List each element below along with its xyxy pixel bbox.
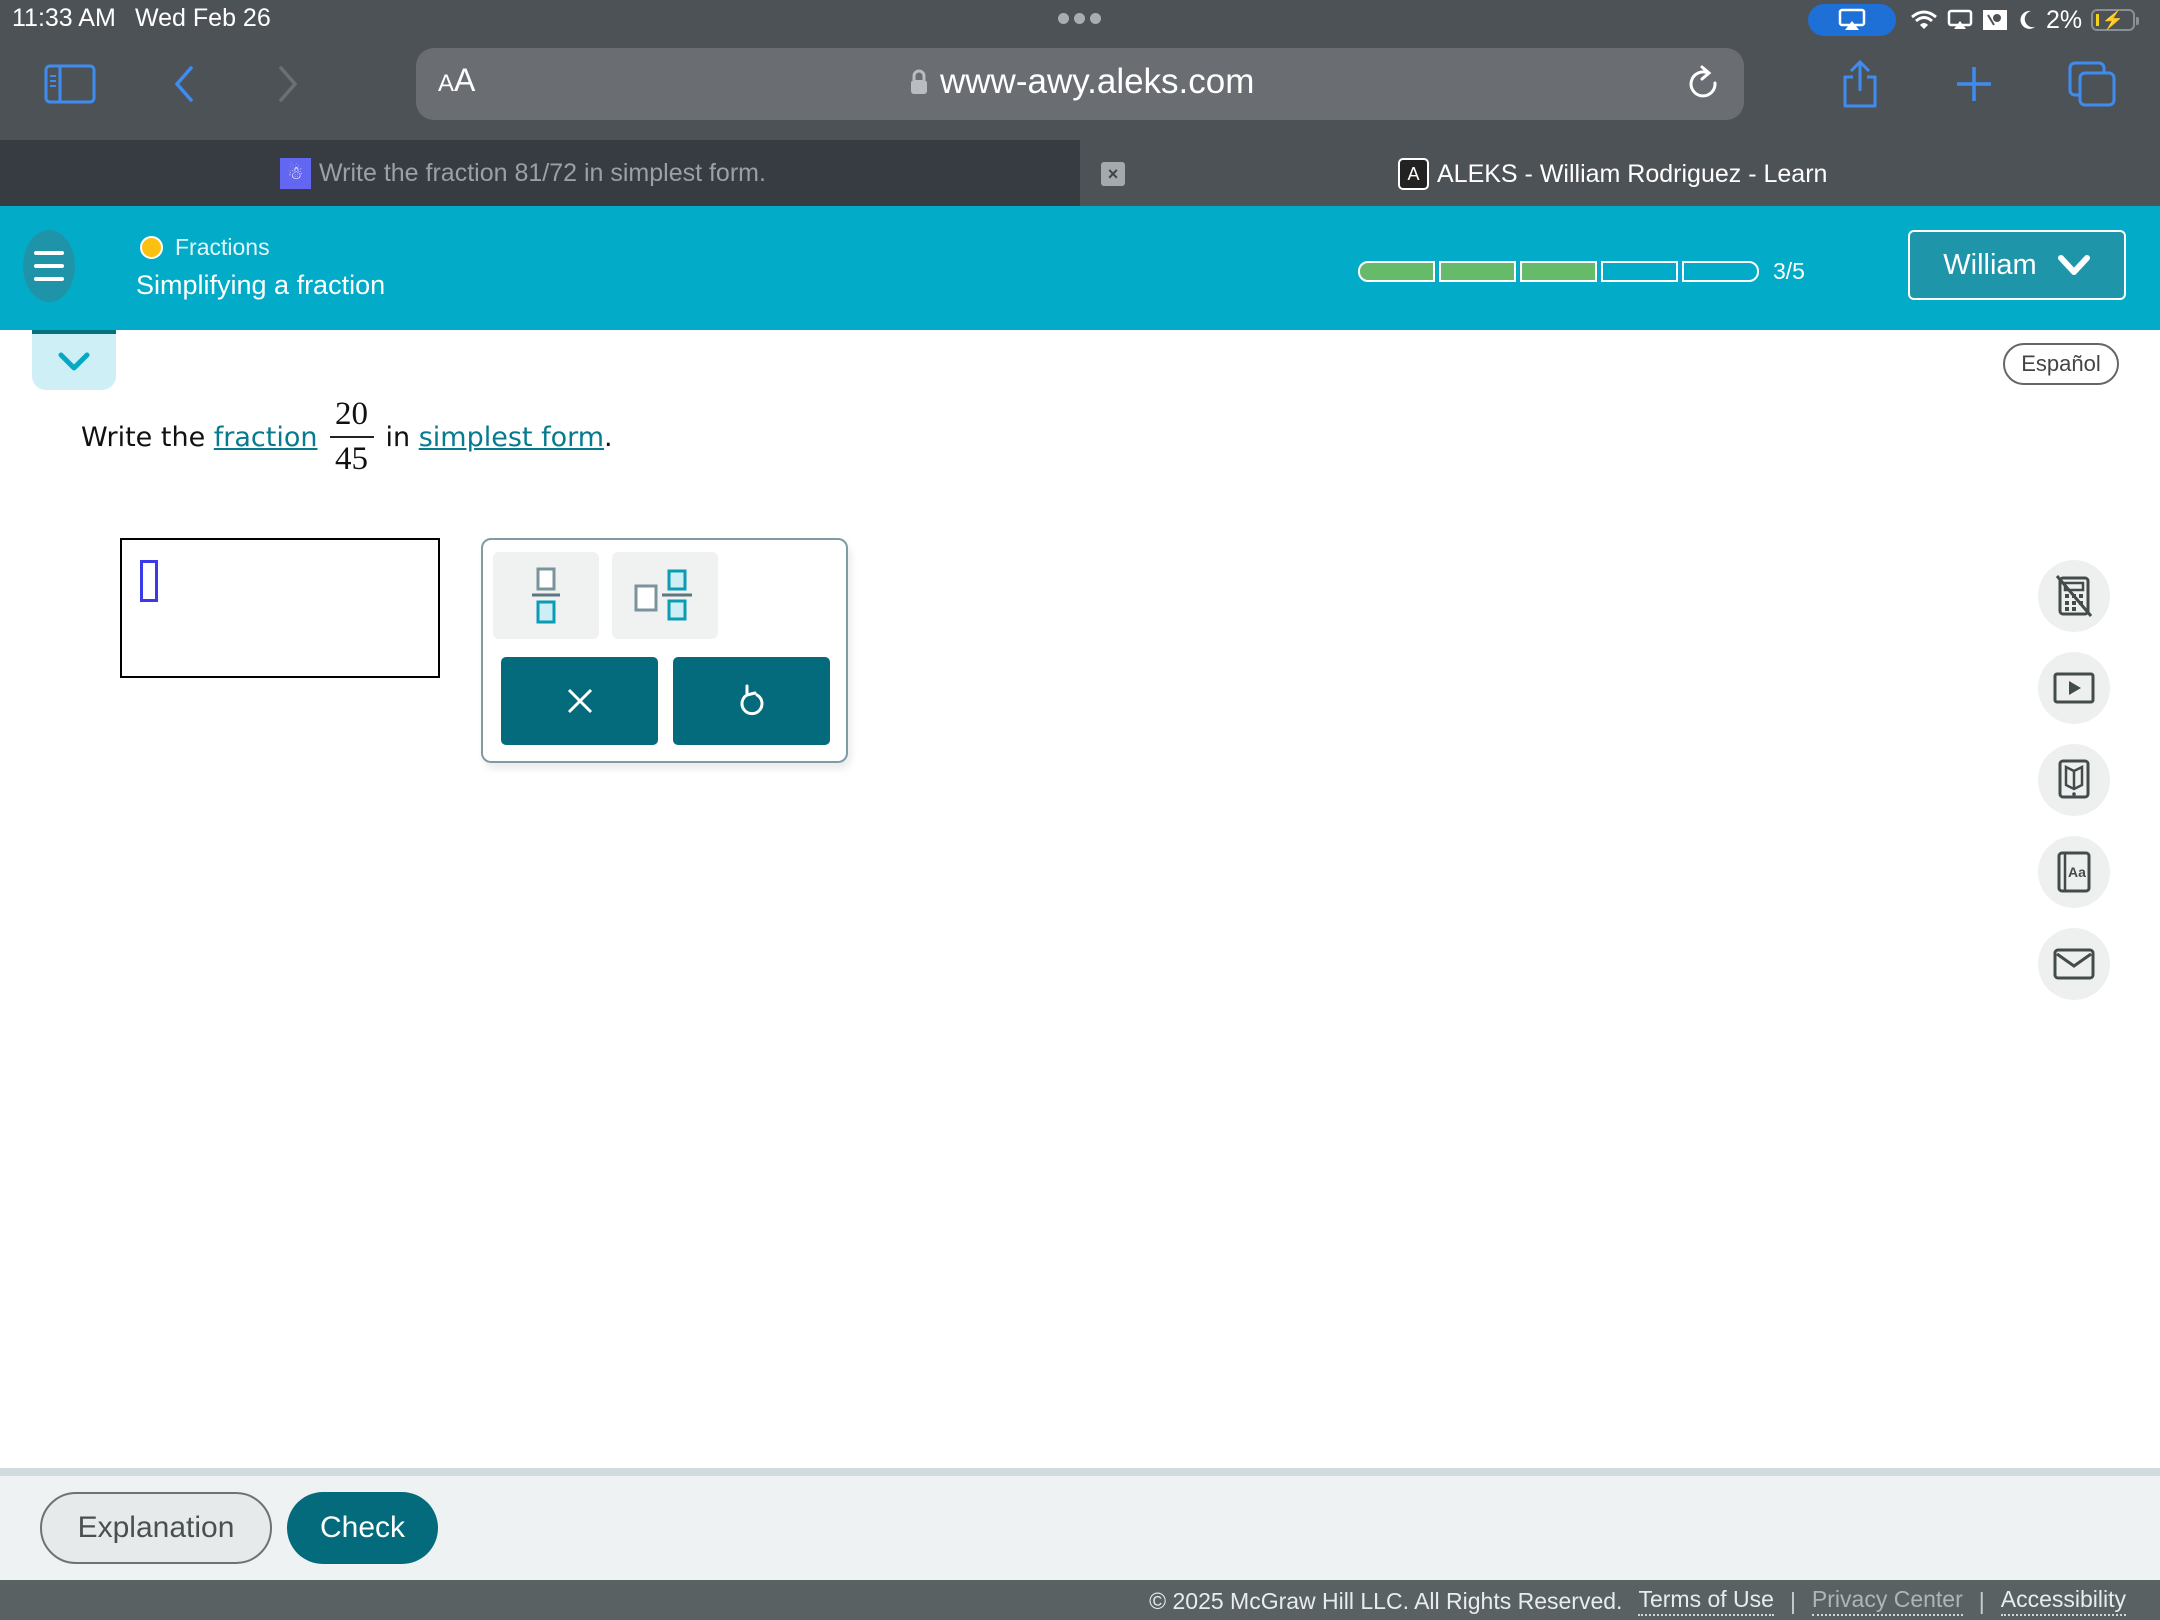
wifi-icon	[1911, 10, 1937, 29]
math-keypad	[481, 538, 848, 763]
subtopic-title: Simplifying a fraction	[136, 270, 386, 300]
aleks-header: Fractions Simplifying a fraction 3/5 Wil…	[0, 206, 2160, 330]
text-size-button[interactable]: AA	[438, 62, 475, 99]
mixed-number-template-button[interactable]	[612, 552, 718, 639]
calculator-disabled-icon	[2055, 575, 2093, 617]
tab-title: Write the fraction 81/72 in simplest for…	[319, 159, 766, 187]
message-button[interactable]	[2038, 928, 2110, 1000]
lock-icon	[911, 69, 927, 94]
topic-status-dot	[140, 236, 163, 259]
explanation-button[interactable]: Explanation	[40, 1492, 272, 1564]
answer-input[interactable]	[120, 538, 440, 678]
progress-segment	[1520, 261, 1597, 282]
question-text: Write the fraction 20 45 in simplest for…	[81, 396, 613, 478]
address-bar[interactable]: AA www-awy.aleks.com	[416, 48, 1744, 120]
progress-segment	[1358, 261, 1435, 282]
simplest-form-link[interactable]: simplest form	[419, 422, 604, 453]
tab-strip: ☃ Write the fraction 81/72 in simplest f…	[0, 140, 2160, 206]
undo-icon	[740, 684, 763, 716]
terms-of-use-link[interactable]: Terms of Use	[1638, 1586, 1774, 1616]
close-tab-icon[interactable]: ×	[1101, 162, 1125, 186]
multitasking-dots-icon[interactable]	[1058, 13, 1101, 24]
tab-title: ALEKS - William Rodriguez - Learn	[1437, 159, 1828, 188]
user-menu-button[interactable]: William	[1908, 230, 2126, 300]
fraction-template-icon	[532, 567, 560, 623]
video-icon	[2053, 672, 2095, 704]
status-date: Wed Feb 26	[135, 4, 271, 32]
undo-button[interactable]	[673, 657, 830, 745]
aleks-favicon-icon: A	[1398, 158, 1429, 190]
message-icon	[2053, 948, 2095, 980]
footer: © 2025 McGraw Hill LLC. All Rights Reser…	[0, 1580, 2160, 1620]
dictionary-icon: Aa	[2057, 851, 2091, 893]
video-button[interactable]	[2038, 652, 2110, 724]
tab-active[interactable]: ☃ Write the fraction 81/72 in simplest f…	[0, 140, 1080, 206]
status-time: 11:33 AM	[12, 4, 116, 32]
accessibility-link[interactable]: Accessibility	[2000, 1586, 2126, 1616]
share-icon[interactable]	[1832, 56, 1888, 112]
calculator-button[interactable]	[2038, 560, 2110, 632]
user-name: William	[1943, 248, 2037, 281]
chevron-down-icon	[2057, 255, 2090, 275]
forward-icon[interactable]	[260, 56, 316, 112]
question-suffix: .	[604, 421, 613, 453]
numerator: 20	[335, 396, 368, 432]
check-button[interactable]: Check	[287, 1492, 438, 1564]
topic-label: Fractions	[175, 234, 270, 260]
sidebar-icon[interactable]	[42, 56, 98, 112]
browser-toolbar: 11:33 AM Wed Feb 26 2% ⚡ AA www-awy.alek…	[0, 0, 2160, 140]
footer-separator: |	[1789, 1587, 1796, 1614]
ebook-icon	[2058, 759, 2090, 799]
divider	[0, 1468, 2160, 1476]
espanol-button[interactable]: Español	[2003, 343, 2119, 385]
question-middle: in	[385, 421, 411, 453]
progress-label: 3/5	[1773, 258, 1805, 284]
tab-aleks[interactable]: A ALEKS - William Rodriguez - Learn	[1080, 140, 2160, 206]
svg-text:Aa: Aa	[2068, 864, 2086, 880]
fraction-link[interactable]: fraction	[214, 422, 318, 453]
progress-bar: 3/5	[1358, 258, 1805, 285]
battery-percent: 2%	[2046, 5, 2083, 34]
footer-separator: |	[1978, 1587, 1985, 1614]
clear-button[interactable]	[501, 657, 658, 745]
collapse-toggle[interactable]	[32, 330, 116, 390]
progress-segment	[1601, 261, 1678, 282]
dictionary-button[interactable]: Aa	[2038, 836, 2110, 908]
new-tab-icon[interactable]	[1946, 56, 2002, 112]
screen-mirror-icon	[1947, 9, 1973, 29]
question-prefix: Write the	[81, 421, 206, 453]
ebook-button[interactable]	[2038, 744, 2110, 816]
copyright-text: © 2025 McGraw Hill LLC. All Rights Reser…	[1149, 1587, 1623, 1614]
progress-segment	[1682, 261, 1759, 282]
tabs-icon[interactable]	[2064, 56, 2120, 112]
moon-icon	[2020, 10, 2035, 29]
input-cursor-placeholder[interactable]	[140, 560, 158, 602]
privacy-center-link[interactable]: Privacy Center	[1811, 1586, 1963, 1616]
action-bar: Explanation Check	[0, 1476, 2160, 1580]
fraction-template-button[interactable]	[493, 552, 599, 639]
menu-icon[interactable]	[23, 230, 75, 302]
mixed-number-template-icon	[634, 569, 692, 620]
url-text[interactable]: www-awy.aleks.com	[940, 62, 1254, 102]
airplay-status-icon[interactable]	[1808, 4, 1896, 36]
back-icon[interactable]	[156, 56, 212, 112]
tab-favicon-icon: ☃	[280, 158, 311, 189]
denominator: 45	[335, 441, 368, 477]
reload-icon[interactable]	[1678, 58, 1728, 108]
chevron-down-icon	[58, 352, 90, 371]
close-icon	[567, 688, 592, 714]
progress-segment	[1439, 261, 1516, 282]
portrait-lock-icon	[1983, 10, 2007, 30]
fraction-display: 20 45	[329, 396, 374, 478]
battery-charging-icon: ⚡	[2091, 9, 2140, 31]
status-icons: 2% ⚡	[1910, 4, 2140, 36]
